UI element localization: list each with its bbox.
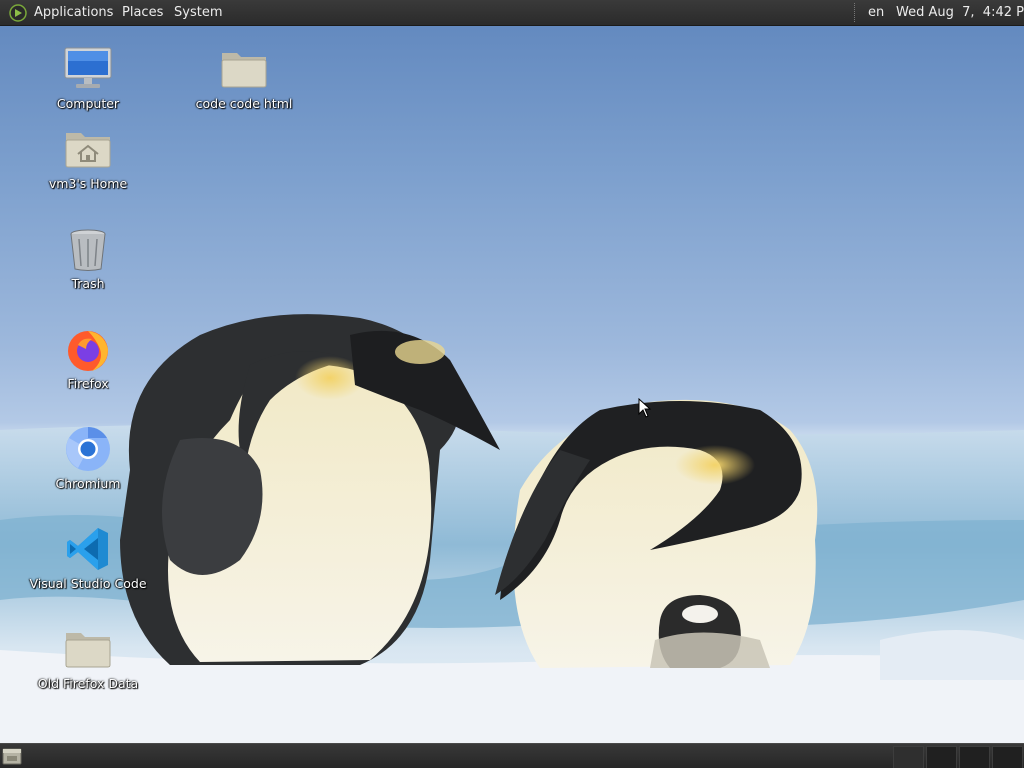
desktop-icon-trash[interactable]: Trash [28,225,148,291]
desktop-icon-computer[interactable]: Computer [28,45,148,111]
desktop-icon-label: Visual Studio Code [29,576,147,591]
desktop-icon-label: Computer [56,96,120,111]
folder-icon [221,53,267,88]
workspace-3[interactable] [959,746,990,768]
trash-icon [70,229,106,271]
computer-icon [64,47,112,88]
desktop-icon-vscode[interactable]: Visual Studio Code [28,525,148,591]
desktop-icon-chromium[interactable]: Chromium [28,425,148,491]
menu-logo-icon[interactable] [9,4,27,22]
desktop-icon-label: Trash [71,276,105,291]
desktop-icon-code-code-html[interactable]: code code html [184,45,304,111]
desktop-icon-label: Chromium [55,476,121,491]
desktop-icon-label: Old Firefox Data [37,676,139,691]
menu-system[interactable]: System [170,0,226,25]
mouse-cursor-icon [638,398,652,418]
folder-icon [65,633,111,668]
desktop-icon-label: Firefox [67,376,109,391]
show-desktop-icon[interactable] [2,747,22,766]
desktop-icon-home[interactable]: vm3's Home [28,125,148,191]
desktop-icon-label: vm3's Home [48,176,128,191]
menu-applications[interactable]: Applications [30,0,117,25]
workspace-2[interactable] [926,746,957,768]
desktop-icon-label: code code html [195,96,293,111]
desktop-icon-firefox[interactable]: Firefox [28,325,148,391]
vscode-icon [67,528,108,570]
workspace-1[interactable] [893,746,924,768]
top-panel: Applications Places System en Wed Aug 7,… [0,0,1024,26]
firefox-icon [68,331,108,371]
bottom-panel [0,743,1024,768]
wallpaper-penguins [0,314,1024,768]
clock[interactable]: Wed Aug 7, 4:42 PM [892,0,1024,25]
panel-separator [854,3,857,22]
chromium-icon [66,427,110,471]
desktop-icon-old-firefox-data[interactable]: Old Firefox Data [28,625,148,691]
menu-places[interactable]: Places [118,0,167,25]
home-folder-icon [65,133,111,168]
keyboard-layout-indicator[interactable]: en [864,0,888,25]
workspace-4[interactable] [992,746,1023,768]
desktop-screen: Applications Places System en Wed Aug 7,… [0,0,1024,768]
